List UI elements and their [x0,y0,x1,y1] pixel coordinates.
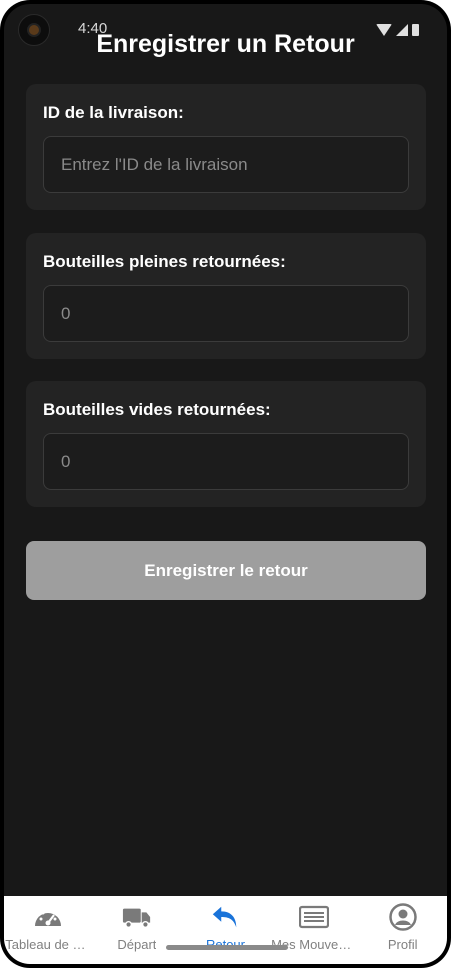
full-bottles-label: Bouteilles pleines retournées: [43,252,286,271]
page-title: Enregistrer un Retour [96,30,355,58]
device-frame: 4:40 Enregistrer un Retour ID de la livr… [0,0,451,968]
tab-dashboard[interactable]: Tableau de bord [4,896,93,964]
empty-bottles-card: Bouteilles vides retournées: [26,381,426,507]
list-icon [299,904,330,930]
save-return-button[interactable]: Enregistrer le retour [26,541,426,600]
tab-dashboard-label: Tableau de bord [5,937,92,952]
delivery-id-card: ID de la livraison: [26,84,426,210]
tab-departure-label: Départ [117,937,157,952]
delivery-id-input[interactable] [43,136,409,193]
tab-profile-label: Profil [387,937,418,952]
tab-movements[interactable]: Mes Mouvements [270,896,359,964]
home-indicator[interactable] [166,945,288,950]
empty-bottles-input[interactable] [43,433,409,490]
tab-profile[interactable]: Profil [358,896,447,964]
full-bottles-input[interactable] [43,285,409,342]
delivery-id-label: ID de la livraison: [43,103,184,122]
dashboard-icon [33,904,63,930]
return-arrow-icon [210,904,240,930]
empty-bottles-label: Bouteilles vides retournées: [43,400,271,419]
tab-departure[interactable]: Départ [93,896,182,964]
profile-icon [388,903,418,931]
bottom-tab-bar: Tableau de bord Départ Mouveme Profil [4,896,447,964]
tab-return[interactable]: Retour [181,896,270,964]
full-bottles-card: Bouteilles pleines retournées: [26,233,426,359]
app-screen: 4:40 Enregistrer un Retour ID de la livr… [4,4,447,964]
truck-icon [122,904,152,930]
